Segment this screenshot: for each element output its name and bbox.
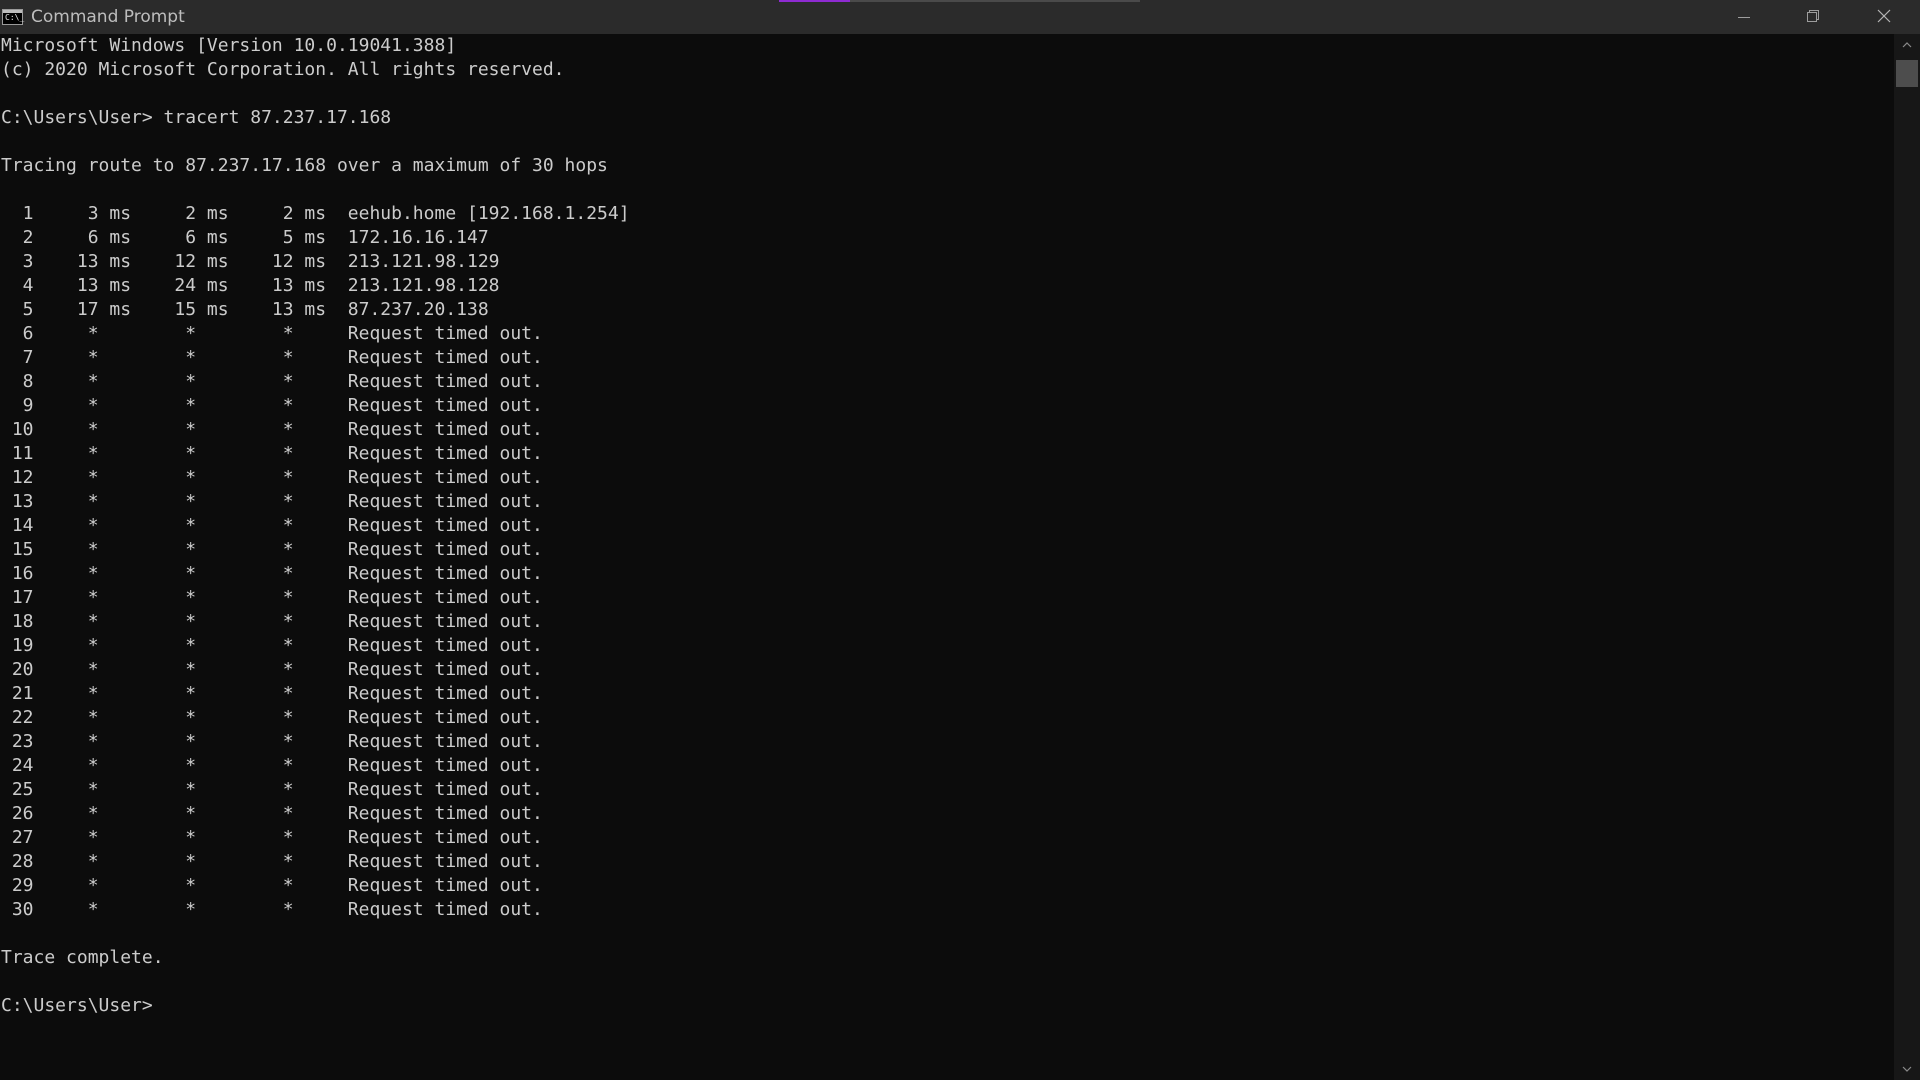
console-line: 13 * * * Request timed out. — [1, 491, 543, 512]
console-line: 7 * * * Request timed out. — [1, 347, 543, 368]
restore-button[interactable] — [1778, 0, 1847, 34]
console-line: 16 * * * Request timed out. — [1, 563, 543, 584]
console-line: 18 * * * Request timed out. — [1, 611, 543, 632]
chevron-down-icon — [1902, 1066, 1912, 1072]
console-line: 23 * * * Request timed out. — [1, 731, 543, 752]
scroll-up-button[interactable] — [1894, 34, 1920, 56]
console-line: 19 * * * Request timed out. — [1, 635, 543, 656]
console-line: 30 * * * Request timed out. — [1, 899, 543, 920]
minimize-icon — [1738, 17, 1750, 18]
title-bar[interactable]: C:\_ Command Prompt — [0, 0, 1920, 34]
chevron-up-icon — [1902, 42, 1912, 48]
console-line: 8 * * * Request timed out. — [1, 371, 543, 392]
console-line: Trace complete. — [1, 947, 164, 968]
console-line: C:\Users\User> — [1, 995, 153, 1016]
console-line: C:\Users\User> tracert 87.237.17.168 — [1, 107, 392, 128]
console-line: 2 6 ms 6 ms 5 ms 172.16.16.147 — [1, 227, 489, 248]
console-line: 22 * * * Request timed out. — [1, 707, 543, 728]
console-line: 3 13 ms 12 ms 12 ms 213.121.98.129 — [1, 251, 500, 272]
console-line: 14 * * * Request timed out. — [1, 515, 543, 536]
console-line: 25 * * * Request timed out. — [1, 779, 543, 800]
scroll-down-button[interactable] — [1894, 1058, 1920, 1080]
console-line: 15 * * * Request timed out. — [1, 539, 543, 560]
console-line: 5 17 ms 15 ms 13 ms 87.237.20.138 — [1, 299, 489, 320]
console-line: 21 * * * Request timed out. — [1, 683, 543, 704]
console-line: 24 * * * Request timed out. — [1, 755, 543, 776]
console-line: 26 * * * Request timed out. — [1, 803, 543, 824]
minimize-button[interactable] — [1709, 0, 1778, 34]
restore-icon — [1807, 10, 1819, 22]
console-line: 29 * * * Request timed out. — [1, 875, 543, 896]
console-line: 9 * * * Request timed out. — [1, 395, 543, 416]
console-line: 17 * * * Request timed out. — [1, 587, 543, 608]
window-title: Command Prompt — [31, 7, 185, 27]
accent-strip — [779, 0, 850, 2]
command-prompt-icon[interactable]: C:\_ — [2, 9, 24, 25]
console-output[interactable]: Microsoft Windows [Version 10.0.19041.38… — [1, 34, 1894, 1080]
console-line: 11 * * * Request timed out. — [1, 443, 543, 464]
scrollbar-thumb[interactable] — [1896, 60, 1918, 87]
console-line: Microsoft Windows [Version 10.0.19041.38… — [1, 35, 457, 56]
command-prompt-window: C:\_ Command Prompt Microsoft Windows [V… — [0, 0, 1920, 1080]
console-line: (c) 2020 Microsoft Corporation. All righ… — [1, 59, 565, 80]
console-line: 12 * * * Request timed out. — [1, 467, 543, 488]
console-line: 20 * * * Request timed out. — [1, 659, 543, 680]
console-line: 28 * * * Request timed out. — [1, 851, 543, 872]
vertical-scrollbar[interactable] — [1894, 34, 1920, 1080]
close-icon — [1877, 9, 1891, 23]
close-button[interactable] — [1849, 0, 1918, 34]
console-line: 6 * * * Request timed out. — [1, 323, 543, 344]
console-line: 1 3 ms 2 ms 2 ms eehub.home [192.168.1.2… — [1, 203, 630, 224]
console-line: 4 13 ms 24 ms 13 ms 213.121.98.128 — [1, 275, 500, 296]
console-line: 10 * * * Request timed out. — [1, 419, 543, 440]
title-bar-highlight — [850, 0, 1140, 2]
console-line: Tracing route to 87.237.17.168 over a ma… — [1, 155, 608, 176]
console-line: 27 * * * Request timed out. — [1, 827, 543, 848]
